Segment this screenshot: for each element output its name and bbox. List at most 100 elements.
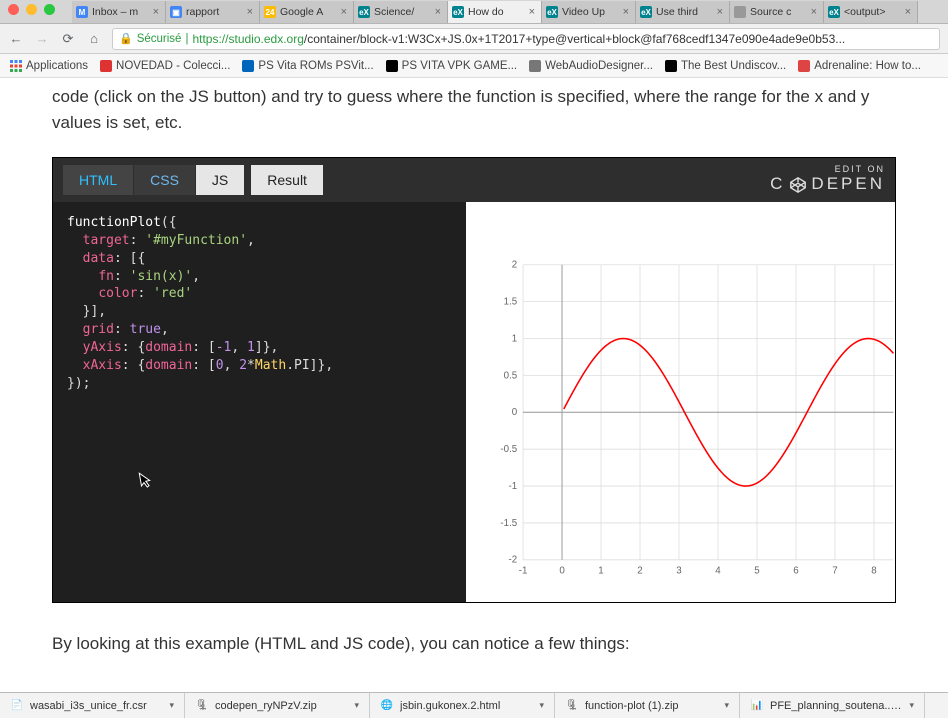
result-pane[interactable]: -2-1.5-1-0.500.511.52-1012345678 — [466, 202, 895, 602]
svg-text:3: 3 — [676, 565, 681, 576]
browser-tab[interactable]: Source c × — [730, 1, 824, 23]
codepen-edit-link[interactable]: EDIT ON C DEPEN — [770, 165, 885, 194]
svg-text:0.5: 0.5 — [503, 370, 517, 381]
reload-button[interactable]: ⟳ — [60, 31, 76, 47]
intro-paragraph: code (click on the JS button) and try to… — [52, 84, 896, 137]
chevron-down-icon[interactable]: ▾ — [169, 700, 174, 711]
bookmark-label: The Best Undiscov... — [681, 60, 786, 72]
tab-close-icon[interactable]: × — [809, 6, 819, 18]
page-content: code (click on the JS button) and try to… — [0, 78, 948, 692]
codepen-tab-js[interactable]: JS — [196, 165, 244, 195]
download-shelf: 📄 wasabi_i3s_unice_fr.csr ▾🗜 codepen_ryN… — [0, 692, 948, 718]
tab-close-icon[interactable]: × — [621, 6, 631, 18]
tab-close-icon[interactable]: × — [527, 6, 537, 18]
tab-label: Inbox – m — [92, 6, 147, 18]
browser-tab[interactable]: eX Video Up × — [542, 1, 636, 23]
svg-text:4: 4 — [715, 565, 721, 576]
browser-tab[interactable]: M Inbox – m × — [72, 1, 166, 23]
svg-text:-1.5: -1.5 — [500, 518, 517, 529]
favicon-icon: eX — [452, 6, 464, 18]
url-text: https://studio.edx.org/container/block-v… — [192, 32, 845, 46]
function-plot-chart[interactable]: -2-1.5-1-0.500.511.52-1012345678 — [486, 257, 895, 587]
bookmark-favicon-icon — [665, 60, 677, 72]
address-bar[interactable]: 🔒 Sécurisé | https://studio.edx.org/cont… — [112, 28, 940, 50]
svg-text:-0.5: -0.5 — [500, 444, 517, 455]
chevron-down-icon[interactable]: ▾ — [724, 700, 729, 711]
tab-close-icon[interactable]: × — [151, 6, 161, 18]
codepen-logo-icon — [789, 176, 807, 194]
svg-text:1: 1 — [598, 565, 603, 576]
bookmark-label: Adrenaline: How to... — [814, 60, 921, 72]
bookmark-item[interactable]: Applications — [10, 60, 88, 72]
favicon-icon: eX — [546, 6, 558, 18]
divider: | — [185, 33, 188, 45]
tab-close-icon[interactable]: × — [715, 6, 725, 18]
codepen-tab-css[interactable]: CSS — [134, 165, 195, 195]
apps-icon — [10, 60, 22, 72]
back-button[interactable]: ← — [8, 31, 24, 46]
bookmark-favicon-icon — [529, 60, 541, 72]
home-button[interactable]: ⌂ — [86, 31, 102, 46]
tab-close-icon[interactable]: × — [903, 6, 913, 18]
browser-tab-strip: M Inbox – m ×▣ rapport ×24 Google A ×eX … — [0, 0, 948, 24]
download-filename: wasabi_i3s_unice_fr.csr — [30, 700, 163, 712]
close-window-icon[interactable] — [8, 4, 19, 15]
download-item[interactable]: 📊 PFE_planning_soutena....xlsx ▾ — [740, 693, 925, 718]
browser-tab[interactable]: eX Use third × — [636, 1, 730, 23]
file-icon: 🗜 — [195, 699, 209, 713]
chevron-down-icon[interactable]: ▾ — [539, 700, 544, 711]
svg-text:-1: -1 — [508, 481, 517, 492]
favicon-icon: eX — [358, 6, 370, 18]
browser-tab[interactable]: ▣ rapport × — [166, 1, 260, 23]
download-item[interactable]: 🗜 function-plot (1).zip ▾ — [555, 693, 740, 718]
bookmark-favicon-icon — [242, 60, 254, 72]
chart-svg: -2-1.5-1-0.500.511.52-1012345678 — [486, 257, 895, 587]
tab-label: Video Up — [562, 6, 617, 18]
code-pane[interactable]: functionPlot({ target: '#myFunction', da… — [53, 202, 466, 602]
codepen-tab-result[interactable]: Result — [251, 165, 323, 195]
download-item[interactable]: 🗜 codepen_ryNPzV.zip ▾ — [185, 693, 370, 718]
bookmark-item[interactable]: Adrenaline: How to... — [798, 60, 921, 72]
browser-tab[interactable]: eX <output> × — [824, 1, 918, 23]
bookmarks-bar: Applications NOVEDAD - Colecci... PS Vita … — [0, 54, 948, 78]
chevron-down-icon[interactable]: ▾ — [909, 700, 914, 711]
chevron-down-icon[interactable]: ▾ — [354, 700, 359, 711]
svg-text:2: 2 — [637, 565, 642, 576]
svg-text:-2: -2 — [508, 554, 517, 565]
codepen-tab-html[interactable]: HTML — [63, 165, 133, 195]
forward-button[interactable]: → — [34, 31, 50, 46]
bookmark-item[interactable]: NOVEDAD - Colecci... — [100, 60, 230, 72]
favicon-icon: eX — [640, 6, 652, 18]
tab-close-icon[interactable]: × — [245, 6, 255, 18]
window-controls — [8, 4, 55, 15]
tab-label: Source c — [750, 6, 805, 18]
maximize-window-icon[interactable] — [44, 4, 55, 15]
bookmark-label: PS VITA VPK GAME... — [402, 60, 517, 72]
favicon-icon: ▣ — [170, 6, 182, 18]
tab-close-icon[interactable]: × — [339, 6, 349, 18]
download-filename: function-plot (1).zip — [585, 700, 718, 712]
bookmark-item[interactable]: WebAudioDesigner... — [529, 60, 653, 72]
file-icon: 🌐 — [380, 699, 394, 713]
svg-text:8: 8 — [871, 565, 876, 576]
file-icon: 📊 — [750, 699, 764, 713]
download-item[interactable]: 🌐 jsbin.gukonex.2.html ▾ — [370, 693, 555, 718]
brand-c: C — [770, 175, 785, 194]
browser-tab[interactable]: 24 Google A × — [260, 1, 354, 23]
bookmark-item[interactable]: PS Vita ROMs PSVit... — [242, 60, 373, 72]
svg-text:0: 0 — [559, 565, 565, 576]
browser-tab[interactable]: eX How do × — [448, 1, 542, 23]
lock-icon: 🔒 — [119, 32, 133, 45]
tab-close-icon[interactable]: × — [433, 6, 443, 18]
download-item[interactable]: 📄 wasabi_i3s_unice_fr.csr ▾ — [0, 693, 185, 718]
bookmark-item[interactable]: PS VITA VPK GAME... — [386, 60, 517, 72]
svg-text:1: 1 — [511, 333, 516, 344]
bookmark-item[interactable]: The Best Undiscov... — [665, 60, 786, 72]
tab-label: <output> — [844, 6, 899, 18]
minimize-window-icon[interactable] — [26, 4, 37, 15]
bookmark-favicon-icon — [798, 60, 810, 72]
bookmark-label: PS Vita ROMs PSVit... — [258, 60, 373, 72]
file-icon: 📄 — [10, 699, 24, 713]
svg-text:2: 2 — [511, 259, 516, 270]
browser-tab[interactable]: eX Science/ × — [354, 1, 448, 23]
